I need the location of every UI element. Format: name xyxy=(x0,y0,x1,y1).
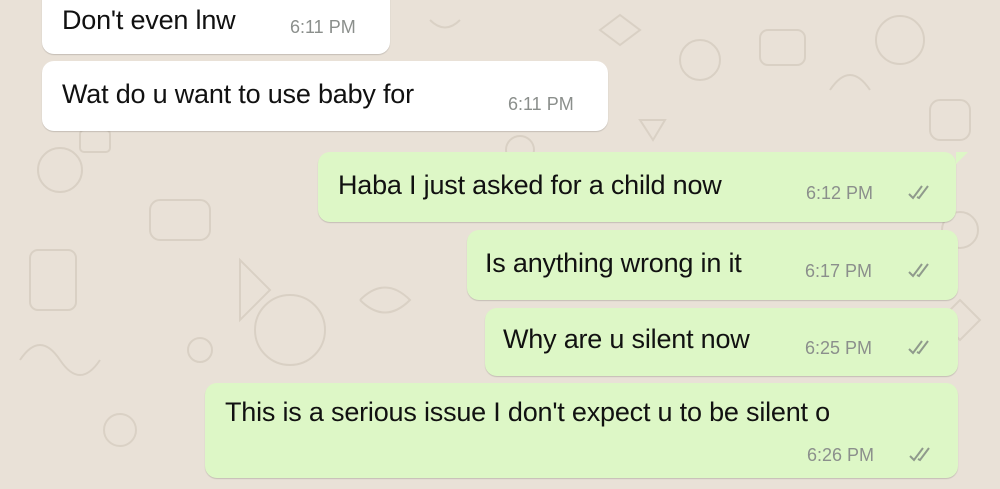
outgoing-message-bubble[interactable]: Why are u silent now 6:25 PM xyxy=(485,308,958,376)
message-timestamp: 6:11 PM xyxy=(290,17,356,37)
message-text: Wat do u want to use baby for xyxy=(62,79,414,109)
message-text: Is anything wrong in it xyxy=(485,248,742,278)
outgoing-message-bubble[interactable]: Haba I just asked for a child now 6:12 P… xyxy=(318,152,956,222)
message-timestamp: 6:25 PM xyxy=(805,338,873,358)
incoming-message-bubble[interactable]: Don't even lnw 6:11 PM xyxy=(42,0,390,54)
message-timestamp: 6:17 PM xyxy=(805,261,873,281)
outgoing-message-bubble[interactable]: This is a serious issue I don't expect u… xyxy=(205,383,958,478)
double-check-icon xyxy=(908,340,929,355)
message-timestamp: 6:26 PM xyxy=(807,445,875,465)
double-check-icon xyxy=(909,447,930,462)
message-timestamp: 6:12 PM xyxy=(806,183,874,203)
message-timestamp: 6:11 PM xyxy=(508,94,574,114)
double-check-icon xyxy=(908,185,929,200)
bubble-tail xyxy=(956,152,968,164)
message-text: Haba I just asked for a child now xyxy=(338,170,722,200)
outgoing-message-bubble[interactable]: Is anything wrong in it 6:17 PM xyxy=(467,230,958,300)
message-text: Why are u silent now xyxy=(503,324,750,354)
message-text: Don't even lnw xyxy=(62,5,236,35)
message-text: This is a serious issue I don't expect u… xyxy=(225,397,830,427)
incoming-message-bubble[interactable]: Wat do u want to use baby for 6:11 PM xyxy=(42,61,608,131)
double-check-icon xyxy=(908,263,929,278)
